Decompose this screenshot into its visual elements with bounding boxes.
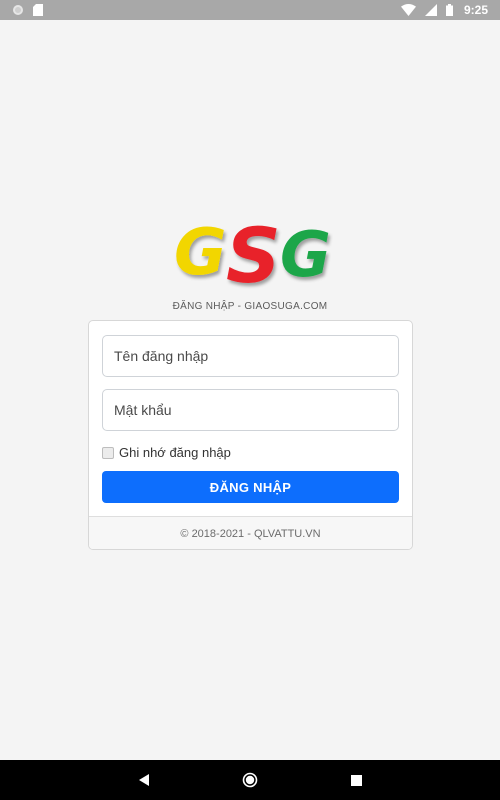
back-icon (139, 774, 149, 786)
status-bar-right: 9:25 (400, 3, 488, 17)
copyright-text: © 2018-2021 - QLVATTU.VN (180, 528, 321, 540)
back-button[interactable] (124, 760, 164, 800)
recent-apps-button[interactable] (336, 760, 376, 800)
page-subtitle: ĐĂNG NHẬP - GIAOSUGA.COM (172, 301, 328, 312)
login-card: Ghi nhớ đăng nhập ĐĂNG NHẬP © 2018-2021 … (88, 320, 413, 550)
sd-card-icon (33, 4, 43, 16)
home-button[interactable] (230, 760, 270, 800)
gsg-logo: G S G (168, 202, 334, 300)
circle-notification-icon (12, 4, 24, 16)
card-footer: © 2018-2021 - QLVATTU.VN (89, 516, 412, 549)
battery-icon (445, 4, 453, 16)
username-input[interactable] (102, 335, 399, 377)
home-icon (242, 772, 258, 788)
status-bar: 9:25 (0, 0, 500, 20)
logo-letter-g2: G (280, 218, 331, 291)
logo-letter-s: S (226, 211, 281, 292)
status-bar-left (12, 4, 43, 16)
navigation-bar (0, 760, 500, 800)
recent-apps-icon (350, 774, 362, 786)
password-input[interactable] (102, 389, 399, 431)
remember-label: Ghi nhớ đăng nhập (119, 445, 231, 460)
remember-me[interactable]: Ghi nhớ đăng nhập (102, 445, 231, 460)
login-button[interactable]: ĐĂNG NHẬP (102, 471, 399, 503)
logo-letter-g1: G (174, 216, 227, 290)
signal-icon (424, 4, 437, 16)
wifi-icon (400, 4, 416, 16)
remember-checkbox[interactable] (102, 446, 114, 459)
status-time: 9:25 (463, 3, 488, 17)
